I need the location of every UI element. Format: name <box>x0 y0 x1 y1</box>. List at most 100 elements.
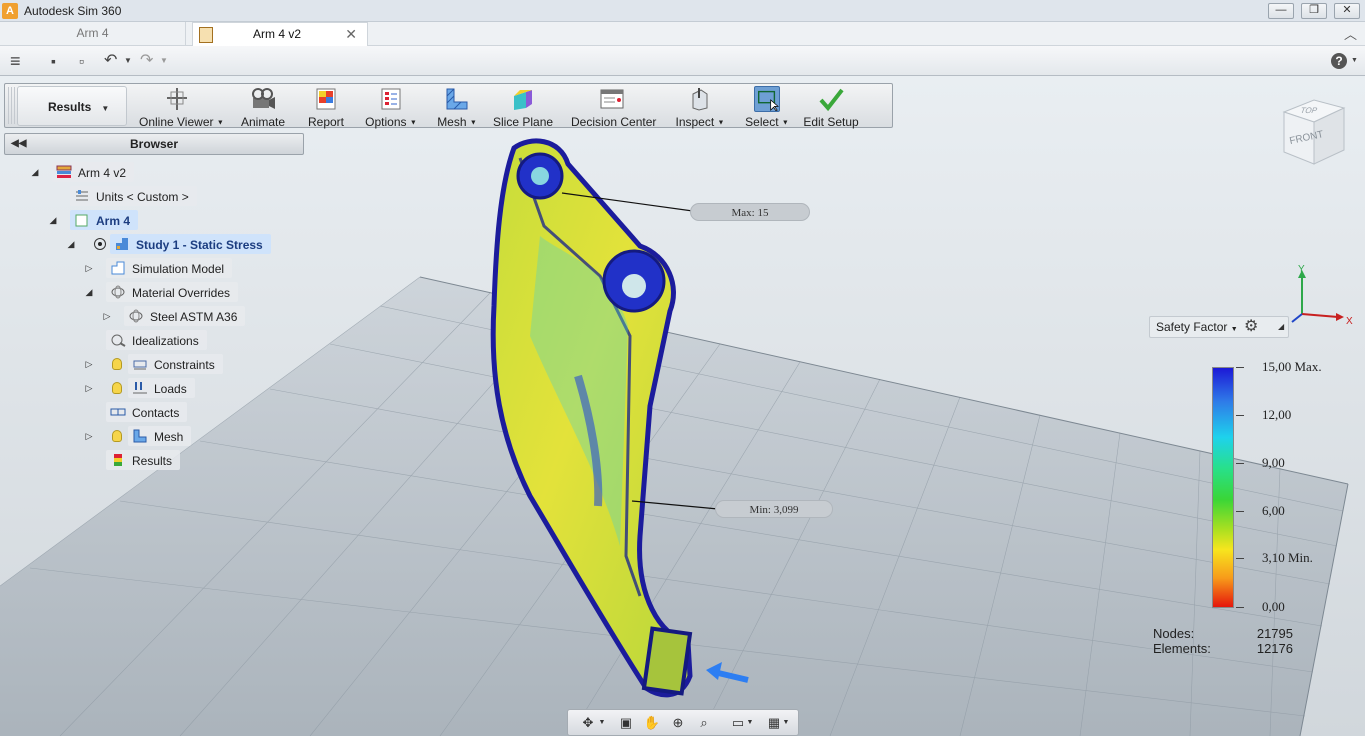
select-button[interactable]: Select ▼ <box>745 84 789 129</box>
redo-dropdown-icon[interactable]: ▼ <box>160 51 168 71</box>
tree-node-label: Simulation Model <box>132 261 225 276</box>
save-icon[interactable]: ▪ <box>51 51 56 71</box>
viewcube[interactable]: TOP FRONT <box>1280 96 1346 166</box>
nodes-label: Nodes: <box>1153 626 1195 641</box>
zoom-fit-icon[interactable]: ⌕ <box>694 713 714 733</box>
orbit-dropdown-icon[interactable]: ▼ <box>598 713 606 733</box>
expand-toggle-icon[interactable]: ◢ <box>48 210 58 230</box>
ribbon-grip[interactable] <box>8 87 16 124</box>
slice-plane-button[interactable]: Slice Plane <box>493 84 553 129</box>
tree-node-pill: Study 1 - Static Stress <box>110 234 271 254</box>
elements-label: Elements: <box>1153 641 1211 656</box>
pan-icon[interactable]: ✋ <box>642 713 662 733</box>
help-icon[interactable]: ? <box>1331 53 1347 69</box>
tree-node-label: Arm 4 <box>96 213 131 228</box>
units-icon <box>76 189 88 201</box>
simulation-model-icon <box>111 261 125 275</box>
inspect-icon <box>692 88 708 111</box>
minimize-button[interactable]: — <box>1268 3 1294 19</box>
x-axis-label: X <box>1346 316 1353 327</box>
options-button[interactable]: Options ▼ <box>363 84 419 129</box>
look-at-icon[interactable]: ▣ <box>616 713 636 733</box>
visibility-bulb-icon[interactable] <box>112 382 122 394</box>
mesh-icon <box>446 88 468 110</box>
expand-toggle-icon[interactable]: ▷ <box>84 354 94 374</box>
tree-node-pill: Loads <box>128 378 195 398</box>
visibility-bulb-icon[interactable] <box>112 430 122 442</box>
tab-arm-4[interactable]: Arm 4 <box>0 22 186 46</box>
tree-node-pill: Material Overrides <box>106 282 239 302</box>
workspace-label: Results <box>48 100 92 114</box>
undo-dropdown-icon[interactable]: ▼ <box>124 51 132 71</box>
max-value-callout: Max: 15 <box>690 203 810 221</box>
tab-arm-4-v2[interactable]: Arm 4 v2 ✕ <box>192 22 368 46</box>
results-ribbon: Results ▼ Online Viewer ▼ Animate Report … <box>4 83 893 129</box>
orbit-icon[interactable]: ✥ <box>578 713 598 733</box>
animate-button[interactable]: Animate <box>237 84 289 129</box>
loads-icon <box>133 381 147 394</box>
visibility-bulb-icon[interactable] <box>112 358 122 370</box>
decision-center-button[interactable]: Decision Center <box>571 84 656 129</box>
zoom-icon[interactable]: ⊕ <box>668 713 688 733</box>
display-settings-icon[interactable]: ▭ <box>728 713 748 733</box>
workspace-selector[interactable]: Results ▼ <box>17 86 127 126</box>
help-dropdown-icon[interactable]: ▼ <box>1351 51 1358 71</box>
animate-icon <box>252 88 275 109</box>
tree-node-label: Units < Custom > <box>96 189 189 204</box>
tree-node-pill: Units < Custom > <box>70 186 197 206</box>
collapse-browser-icon[interactable]: ◀◀ <box>11 134 26 154</box>
legend-tick <box>1236 511 1244 512</box>
expand-toggle-icon[interactable]: ▷ <box>84 426 94 446</box>
assembly-icon <box>56 165 72 178</box>
inspect-button[interactable]: Inspect ▼ <box>675 84 725 129</box>
title-bar: A Autodesk Sim 360 — ❐ ✕ <box>0 0 1365 22</box>
expand-toggle-icon[interactable]: ▷ <box>102 306 112 326</box>
legend-collapse-icon[interactable]: ◢ <box>1278 317 1284 337</box>
idealizations-icon <box>111 334 126 347</box>
tree-node-label: Material Overrides <box>132 285 231 300</box>
elements-value: 12176 <box>1256 641 1293 656</box>
redo-icon[interactable]: ↷ <box>140 51 153 71</box>
constraints-icon <box>133 360 147 370</box>
results-icon <box>114 453 122 466</box>
tree-node-label: Steel ASTM A36 <box>150 309 238 324</box>
mesh-statistics: Nodes: 21795 Elements: 12176 <box>1153 626 1293 656</box>
checkmark-icon <box>819 88 844 112</box>
edit-setup-button[interactable]: Edit Setup <box>803 84 859 129</box>
expand-toggle-icon[interactable]: ▷ <box>84 378 94 398</box>
tree-node-pill: Idealizations <box>106 330 207 350</box>
display-dropdown-icon[interactable]: ▼ <box>746 713 754 733</box>
tree-node-label: Idealizations <box>132 333 199 348</box>
material-icon <box>111 285 125 299</box>
mesh-button[interactable]: Mesh ▼ <box>435 84 479 129</box>
collapse-ribbon-icon[interactable]: ︿ <box>1344 24 1357 43</box>
expand-toggle-icon[interactable]: ◢ <box>30 162 40 182</box>
grid-icon[interactable]: ▦ <box>764 713 784 733</box>
restore-button[interactable]: ❐ <box>1301 3 1327 19</box>
close-tab-icon[interactable]: ✕ <box>345 23 357 46</box>
expand-toggle-icon[interactable]: ◢ <box>66 234 76 254</box>
report-button[interactable]: Report <box>305 84 347 129</box>
grid-dropdown-icon[interactable]: ▼ <box>782 713 790 733</box>
select-label: Select <box>745 115 779 129</box>
legend-tick <box>1236 463 1244 464</box>
axis-triad: Y X <box>1291 264 1353 327</box>
browser-header[interactable]: ◀◀ Browser <box>4 133 304 155</box>
close-window-button[interactable]: ✕ <box>1334 3 1360 19</box>
component-icon <box>75 214 88 227</box>
active-study-radio-icon[interactable] <box>94 238 106 250</box>
export-icon[interactable]: ▫ <box>79 51 84 71</box>
y-axis-label: Y <box>1298 264 1305 275</box>
slice-plane-icon <box>514 90 532 110</box>
material-icon <box>129 309 143 323</box>
expand-toggle-icon[interactable]: ◢ <box>84 282 94 302</box>
undo-icon[interactable]: ↶ <box>104 51 117 71</box>
result-type-label: Safety Factor <box>1156 320 1228 334</box>
menu-icon[interactable]: ≡ <box>10 51 21 71</box>
contacts-icon <box>110 408 126 416</box>
expand-toggle-icon[interactable]: ▷ <box>84 258 94 278</box>
gear-icon[interactable]: ⚙ <box>1244 318 1258 336</box>
online-viewer-button[interactable]: Online Viewer ▼ <box>139 84 224 129</box>
tree-node-label: Results <box>132 453 173 468</box>
result-type-dropdown[interactable]: Safety Factor ▼ ⚙ ◢ <box>1149 316 1289 338</box>
